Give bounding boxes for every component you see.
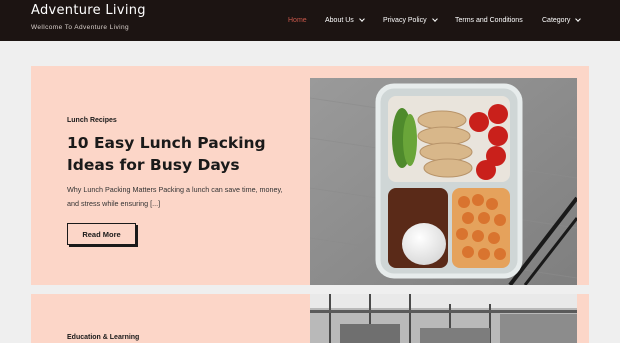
post-category[interactable]: Education & Learning [67,334,139,341]
nav-item-terms-label: Terms and Conditions [455,16,523,24]
chevron-down-icon [358,16,365,22]
nav-item-category-label: Category [542,16,571,24]
post-excerpt: Why Lunch Packing Matters Packing a lunc… [67,185,283,208]
nav-item-category[interactable]: Category [542,14,582,26]
post-card: Lunch Recipes 10 Easy Lunch Packing Idea… [31,66,589,285]
site-title[interactable]: Adventure Living [31,3,146,18]
lunch-box-image [310,78,577,285]
nav-item-terms[interactable]: Terms and Conditions [455,14,523,26]
classroom-image [310,294,577,343]
post-category[interactable]: Lunch Recipes [67,117,117,124]
nav-item-about-us-label: About Us [325,16,354,24]
nav-item-home[interactable]: Home [288,14,307,26]
site-tagline: Wellcome To Adventure Living [31,24,130,31]
post-thumbnail-classroom[interactable] [310,294,577,343]
chevron-down-icon [575,16,582,22]
read-more-button[interactable]: Read More [67,223,136,245]
nav-item-home-label: Home [288,16,307,24]
chevron-down-icon [431,16,438,22]
nav-item-about-us[interactable]: About Us [325,14,365,26]
site-header: Adventure Living Wellcome To Adventure L… [0,0,620,41]
post-thumbnail-lunch-box[interactable] [310,78,577,285]
nav-item-privacy-policy-label: Privacy Policy [383,16,427,24]
post-title[interactable]: 10 Easy Lunch Packing Ideas for Busy Day… [67,132,287,176]
nav-item-privacy-policy[interactable]: Privacy Policy [383,14,438,26]
post-card: Education & Learning [31,294,589,343]
